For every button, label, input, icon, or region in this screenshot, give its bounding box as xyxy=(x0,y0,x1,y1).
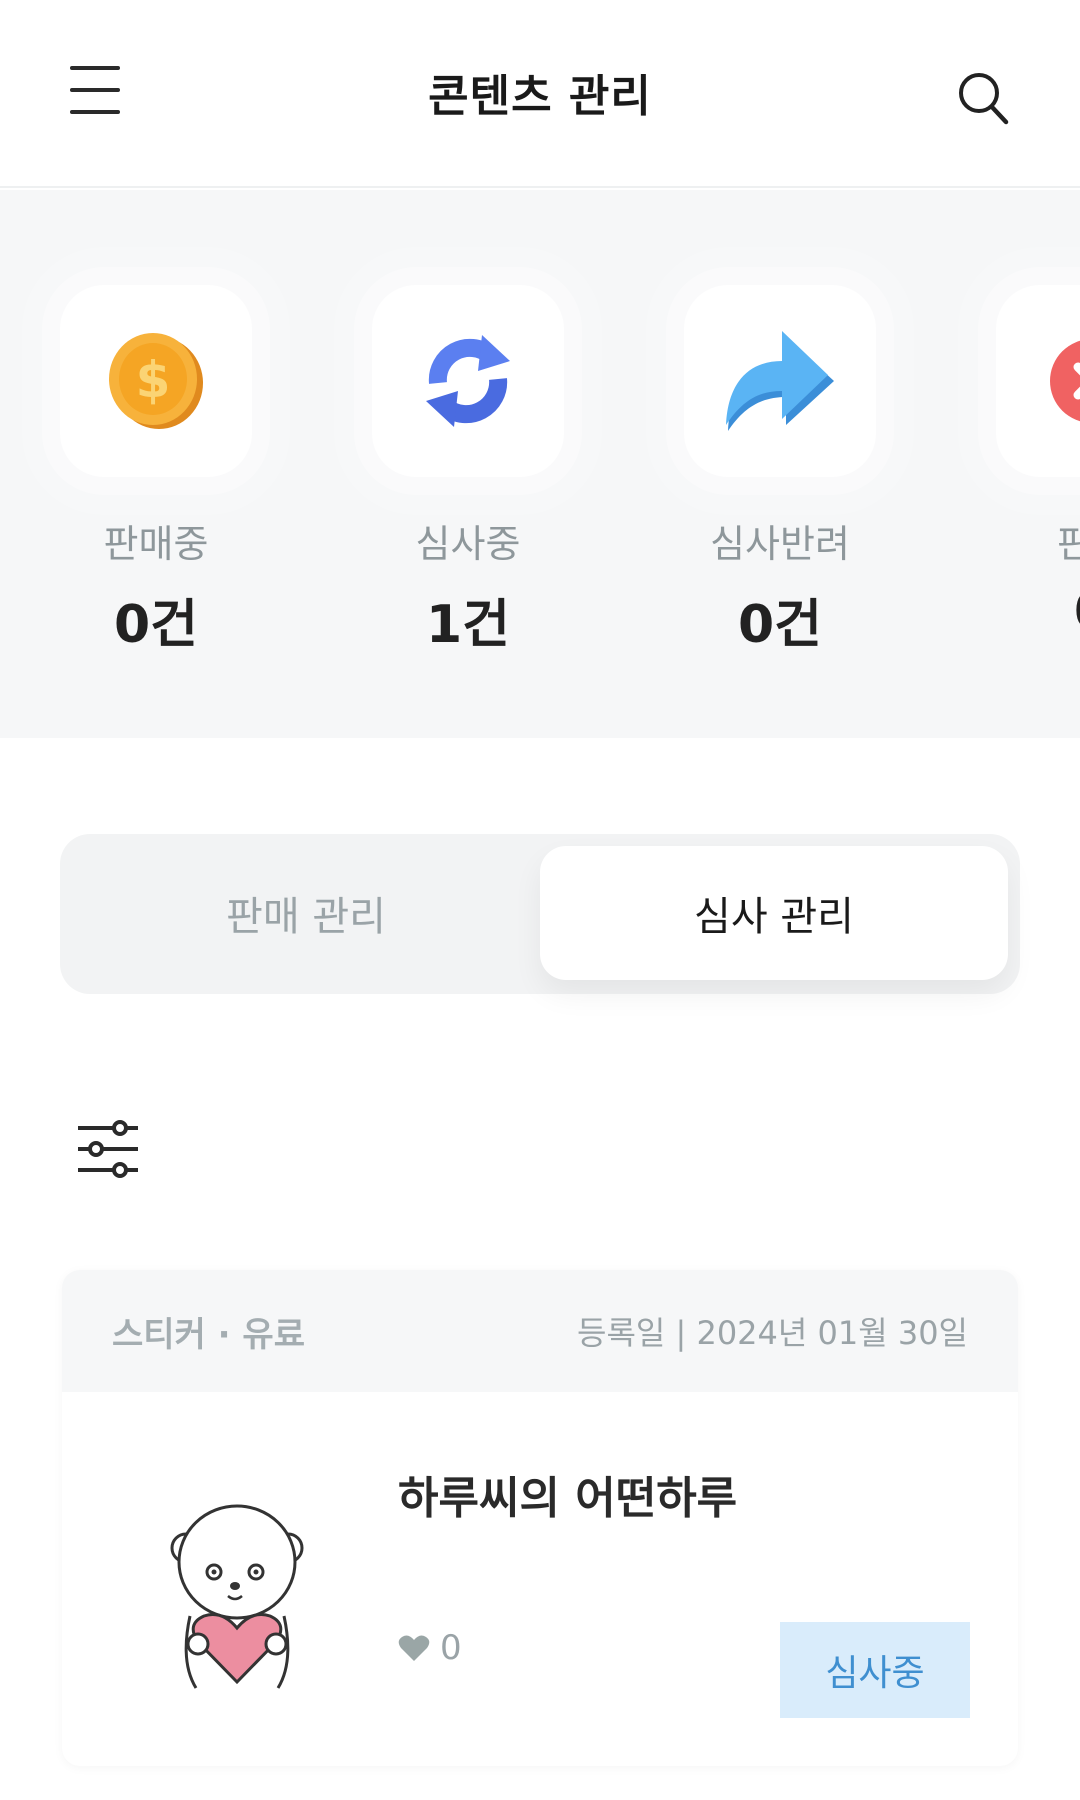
tab-sales-management[interactable]: 판매 관리 xyxy=(72,846,540,980)
forward-arrow-icon xyxy=(726,331,834,431)
status-summary-strip: $ 판매중 0건 심사중 1건 심사반려 0건 판 xyxy=(0,190,1080,738)
status-badge[interactable]: 심사중 xyxy=(780,1622,970,1718)
like-indicator: 0 xyxy=(398,1628,462,1668)
status-label: 판미 xyxy=(1057,522,1080,566)
status-label: 심사반려 xyxy=(710,522,850,566)
close-circle-icon xyxy=(1050,340,1080,422)
registered-date: 등록일 | 2024년 01월 30일 xyxy=(577,1314,968,1352)
coin-icon: $ xyxy=(109,333,203,429)
card-body: 하루씨의 어떤하루 0 심사중 xyxy=(62,1392,1018,1766)
refresh-icon xyxy=(426,335,510,427)
status-icon-box xyxy=(996,285,1080,477)
status-count: 0 xyxy=(996,582,1080,642)
status-item-on-sale[interactable]: $ 판매중 0건 xyxy=(60,285,252,657)
like-count: 0 xyxy=(440,1628,462,1668)
search-icon[interactable] xyxy=(956,70,1010,126)
status-count: 0건 xyxy=(113,595,199,655)
filter-sliders-icon[interactable] xyxy=(76,1118,140,1180)
page-title: 콘텐츠 관리 xyxy=(428,71,652,122)
status-label: 심사중 xyxy=(415,522,521,566)
status-item-in-review[interactable]: 심사중 1건 xyxy=(372,285,564,657)
status-item-discontinued[interactable]: 판미 0 xyxy=(996,285,1080,642)
bear-holding-heart-icon xyxy=(170,1504,304,1689)
top-app-bar: 콘텐츠 관리 xyxy=(0,0,1080,188)
content-card[interactable]: 스티커 · 유료 등록일 | 2024년 01월 30일 하루씨의 어떤하루 0… xyxy=(62,1270,1018,1766)
status-count: 1건 xyxy=(425,595,511,655)
status-icon-box xyxy=(372,285,564,477)
status-icon-box: $ xyxy=(60,285,252,477)
card-header: 스티커 · 유료 등록일 | 2024년 01월 30일 xyxy=(62,1270,1018,1392)
status-label: 판매중 xyxy=(103,522,209,566)
content-category: 스티커 · 유료 xyxy=(112,1314,305,1355)
management-tab-switcher: 판매 관리 심사 관리 xyxy=(60,834,1020,994)
status-item-rejected[interactable]: 심사반려 0건 xyxy=(684,285,876,657)
heart-icon xyxy=(398,1635,430,1661)
status-icon-box xyxy=(684,285,876,477)
svg-text:$: $ xyxy=(136,351,171,409)
content-title[interactable]: 하루씨의 어떤하루 xyxy=(398,1462,737,1526)
tab-review-management[interactable]: 심사 관리 xyxy=(540,846,1008,980)
status-count: 0건 xyxy=(737,595,823,655)
